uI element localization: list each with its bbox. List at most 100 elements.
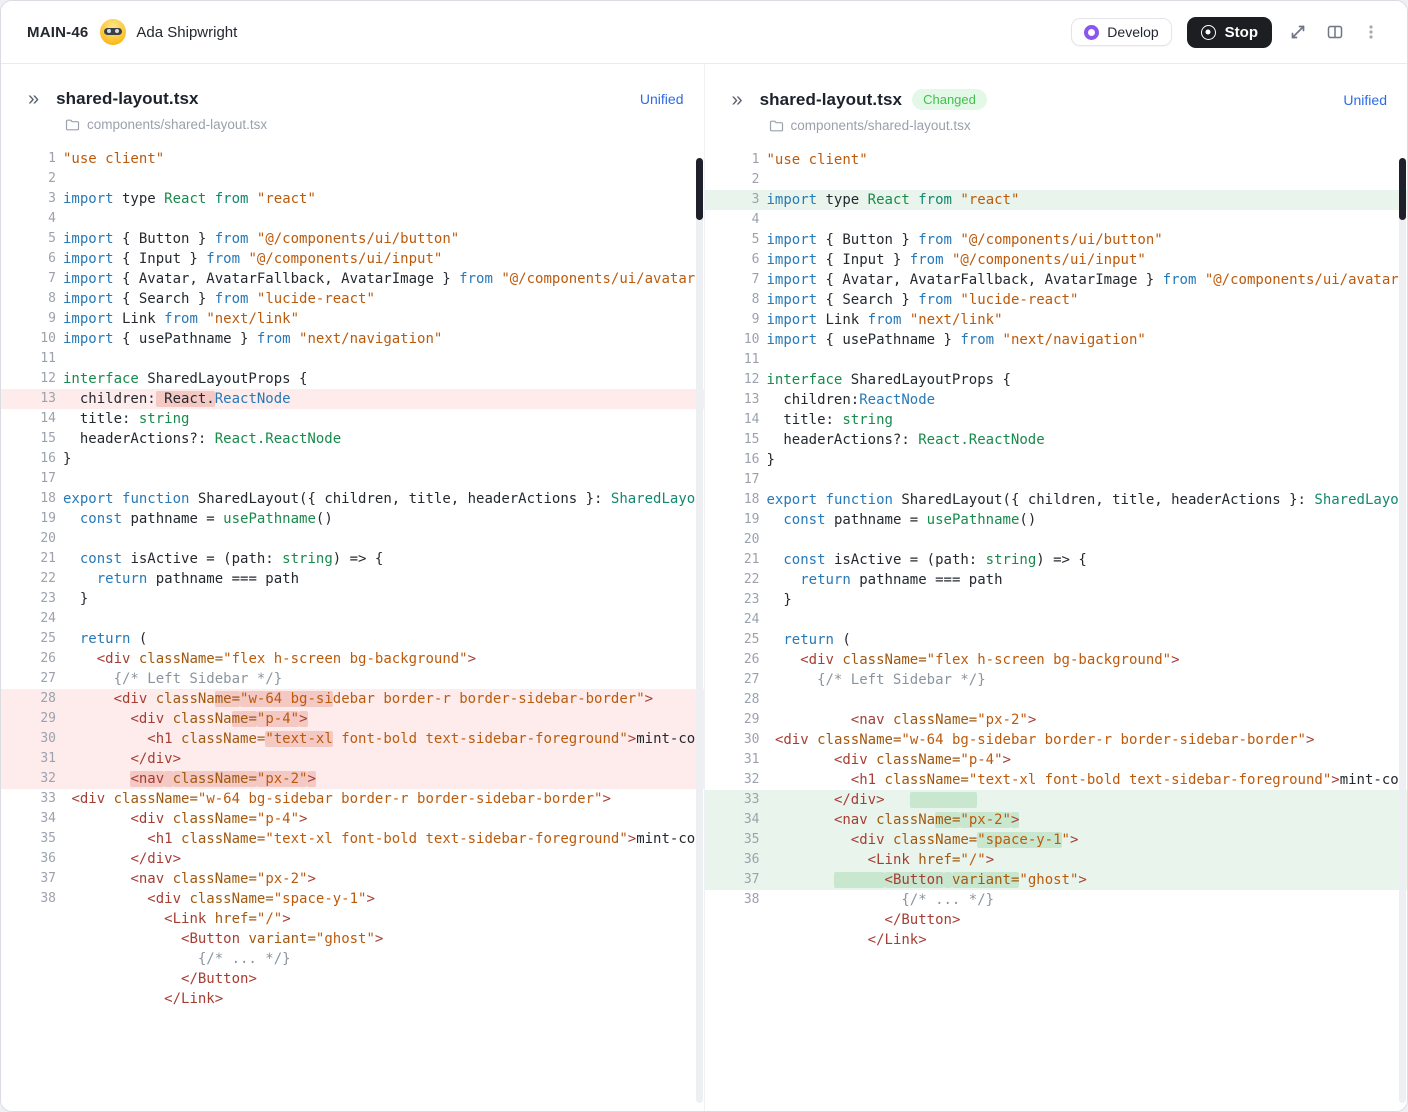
code-line: 27 {/* Left Sidebar */} xyxy=(1,669,704,689)
code-line: 21 const isActive = (path: string) => { xyxy=(705,550,1408,570)
develop-ring-icon xyxy=(1084,25,1099,40)
line-number xyxy=(1,929,56,949)
more-options-button[interactable] xyxy=(1361,21,1381,43)
line-number: 27 xyxy=(705,670,760,690)
line-number: 28 xyxy=(1,689,56,709)
line-number: 16 xyxy=(1,449,56,469)
code-line: 14 title: string xyxy=(705,410,1408,430)
line-number: 14 xyxy=(705,410,760,430)
code-line: 37 <Button variant="ghost"> xyxy=(705,870,1408,890)
line-number: 8 xyxy=(705,290,760,310)
code-line: </Link> xyxy=(1,989,704,1009)
line-number: 35 xyxy=(1,829,56,849)
collapse-button[interactable]: » xyxy=(28,89,39,109)
scrollbar-thumb[interactable] xyxy=(696,158,703,220)
view-mode-link[interactable]: Unified xyxy=(640,91,684,107)
line-number: 21 xyxy=(1,549,56,569)
line-number: 5 xyxy=(1,229,56,249)
line-number: 24 xyxy=(1,609,56,629)
line-number: 27 xyxy=(1,669,56,689)
line-number: 4 xyxy=(1,209,56,229)
vertical-scrollbar[interactable] xyxy=(1399,158,1406,1103)
code-line: 21 const isActive = (path: string) => { xyxy=(1,549,704,569)
code-line: </Button> xyxy=(1,969,704,989)
line-number: 36 xyxy=(1,849,56,869)
line-number: 1 xyxy=(1,149,56,169)
topbar: MAIN-46 Ada Shipwright Develop Stop xyxy=(1,1,1407,64)
line-number: 30 xyxy=(1,729,56,749)
code-line: 32 <nav className="px-2"> xyxy=(1,769,704,789)
agent-name: Ada Shipwright xyxy=(136,24,237,41)
scrollbar-thumb[interactable] xyxy=(1399,158,1406,220)
code-line: 1"use client" xyxy=(705,150,1408,170)
code-line: 16} xyxy=(1,449,704,469)
line-number: 13 xyxy=(705,390,760,410)
line-number: 28 xyxy=(705,690,760,710)
code-line: 24 xyxy=(1,609,704,629)
line-number: 31 xyxy=(1,749,56,769)
line-number: 29 xyxy=(705,710,760,730)
code-line: 20 xyxy=(705,530,1408,550)
line-number: 34 xyxy=(1,809,56,829)
code-line: 24 xyxy=(705,610,1408,630)
code-line: 11 xyxy=(1,349,704,369)
code-line: 8import { Search } from "lucide-react" xyxy=(705,290,1408,310)
code-line: 20 xyxy=(1,529,704,549)
code-line: 29 <div className="p-4"> xyxy=(1,709,704,729)
line-number: 22 xyxy=(1,569,56,589)
diff-view: » shared-layout.tsx Unified components/s… xyxy=(1,64,1407,1111)
code-line: 5import { Button } from "@/components/ui… xyxy=(1,229,704,249)
develop-button[interactable]: Develop xyxy=(1071,18,1171,46)
code-line: 8import { Search } from "lucide-react" xyxy=(1,289,704,309)
line-number: 3 xyxy=(705,190,760,210)
line-number: 37 xyxy=(705,870,760,890)
code-line: 7import { Avatar, AvatarFallback, Avatar… xyxy=(705,270,1408,290)
code-line: 36 <Link href="/"> xyxy=(705,850,1408,870)
code-line: 3import type React from "react" xyxy=(1,189,704,209)
file-path: components/shared-layout.tsx xyxy=(791,118,971,133)
line-number: 20 xyxy=(1,529,56,549)
code-line: <Button variant="ghost"> xyxy=(1,929,704,949)
code-line: 2 xyxy=(1,169,704,189)
code-line: 17 xyxy=(1,469,704,489)
code-line: {/* ... */} xyxy=(1,949,704,969)
line-number: 32 xyxy=(705,770,760,790)
line-number: 31 xyxy=(705,750,760,770)
code-line: 2 xyxy=(705,170,1408,190)
split-view-columns-icon xyxy=(1326,23,1344,41)
line-number: 8 xyxy=(1,289,56,309)
code-line: 34 <div className="p-4"> xyxy=(1,809,704,829)
line-number: 37 xyxy=(1,869,56,889)
agent-avatar-icon xyxy=(100,19,126,45)
code-line: 37 <nav className="px-2"> xyxy=(1,869,704,889)
line-number xyxy=(1,909,56,929)
line-number: 15 xyxy=(705,430,760,450)
split-view-button[interactable] xyxy=(1324,21,1346,43)
stop-button[interactable]: Stop xyxy=(1187,17,1272,48)
code-line: 22 return pathname === path xyxy=(1,569,704,589)
line-number: 25 xyxy=(705,630,760,650)
code-line: 23 } xyxy=(1,589,704,609)
line-number: 29 xyxy=(1,709,56,729)
vertical-scrollbar[interactable] xyxy=(696,158,703,1103)
code-line: 27 {/* Left Sidebar */} xyxy=(705,670,1408,690)
code-line: 3import type React from "react" xyxy=(705,190,1408,210)
folder-icon xyxy=(65,118,80,132)
code-line: 13 children:ReactNode xyxy=(705,390,1408,410)
code-line: 7import { Avatar, AvatarFallback, Avatar… xyxy=(1,269,704,289)
record-icon xyxy=(1201,25,1216,40)
line-number: 4 xyxy=(705,210,760,230)
line-number: 3 xyxy=(1,189,56,209)
code-line: 6import { Input } from "@/components/ui/… xyxy=(705,250,1408,270)
line-number: 1 xyxy=(705,150,760,170)
code-line: 9import Link from "next/link" xyxy=(705,310,1408,330)
code-line: 13 children: React.ReactNode xyxy=(1,389,704,409)
file-title: shared-layout.tsx xyxy=(760,90,902,110)
code-line: 25 return ( xyxy=(705,630,1408,650)
line-number: 7 xyxy=(1,269,56,289)
code-line: 34 <nav className="px-2"> xyxy=(705,810,1408,830)
expand-button[interactable] xyxy=(1287,21,1309,43)
ticket-label: MAIN-46 xyxy=(27,24,88,41)
collapse-button[interactable]: » xyxy=(732,90,743,110)
view-mode-link[interactable]: Unified xyxy=(1343,92,1387,108)
